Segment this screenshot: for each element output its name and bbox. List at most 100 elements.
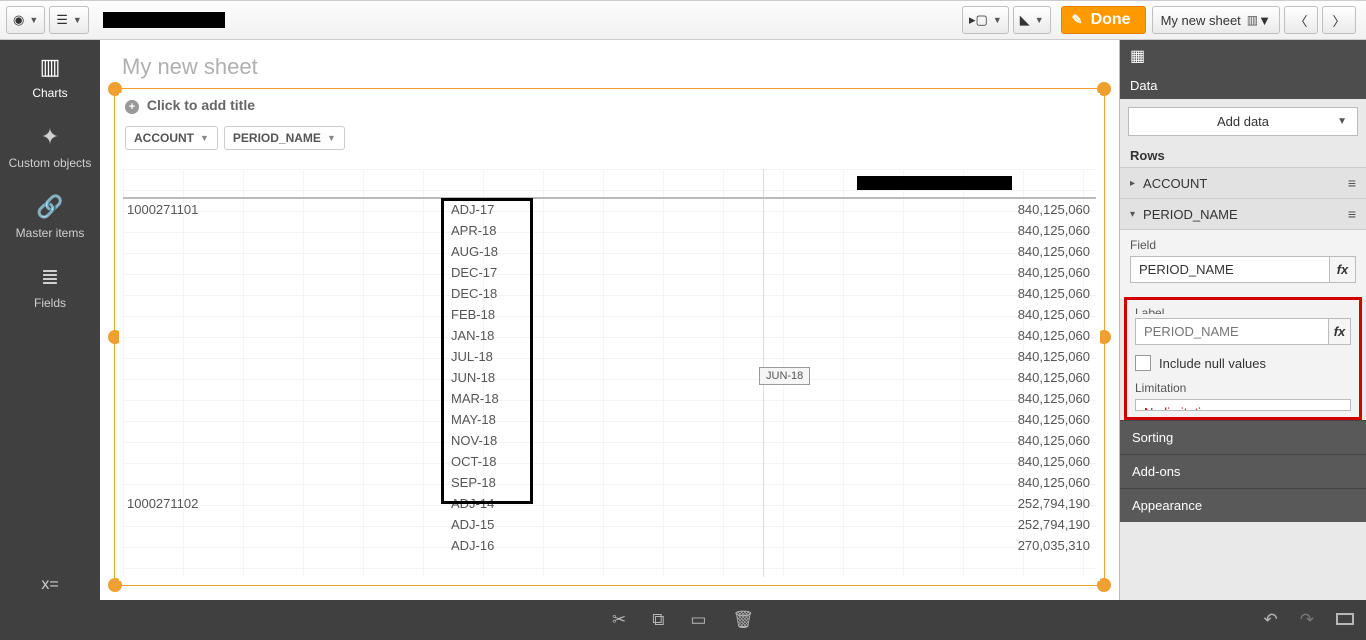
props-section-addons[interactable]: Add-ons: [1120, 454, 1366, 488]
table-row[interactable]: ADJ-15252,794,190: [123, 514, 1096, 535]
cell-value: 840,125,060: [940, 244, 1090, 259]
include-null-checkbox[interactable]: Include null values: [1135, 355, 1351, 371]
row-item-period-name[interactable]: ▾ PERIOD_NAME ≡: [1120, 199, 1366, 230]
cell-period: MAR-18: [451, 391, 531, 406]
done-label: Done: [1091, 11, 1131, 29]
table-row[interactable]: SEP-18840,125,060: [123, 472, 1096, 493]
copy-button[interactable]: ⧉: [652, 610, 664, 630]
object-type-icon: ▦: [1120, 40, 1366, 72]
table-header: [123, 169, 1096, 199]
cell-period: DEC-18: [451, 286, 531, 301]
table-row[interactable]: DEC-17 840,125,060: [123, 262, 1096, 283]
sheet-selector-label: My new sheet: [1161, 13, 1241, 28]
list-icon: ☰: [56, 12, 68, 28]
nav-compass-button[interactable]: ◉▼: [6, 6, 45, 34]
prev-sheet-button[interactable]: 〈: [1284, 6, 1318, 34]
field-input[interactable]: PERIOD_NAME: [1130, 256, 1330, 283]
cell-period: JUL-18: [451, 349, 531, 364]
dimension-pill-period-name[interactable]: PERIOD_NAME▼: [224, 126, 345, 150]
label-input[interactable]: [1135, 318, 1329, 345]
table-row[interactable]: NOV-18840,125,060: [123, 430, 1096, 451]
sheet-selector[interactable]: My new sheet ▥ ▼: [1152, 6, 1280, 34]
asset-tab-custom-objects[interactable]: ✦ Custom objects: [0, 110, 100, 180]
list-view-button[interactable]: ☰▼: [49, 6, 89, 34]
props-section-appearance[interactable]: Appearance: [1120, 488, 1366, 522]
add-data-button[interactable]: Add data ▼: [1128, 107, 1358, 136]
fx-icon: fx: [1334, 324, 1346, 339]
paste-button[interactable]: ▭: [690, 610, 706, 630]
limitation-select[interactable]: No limitation: [1135, 399, 1351, 411]
paste-icon: ▭: [690, 610, 706, 629]
topbar: ◉▼ ☰▼ ▸▢▼ ◣▼ ✎ Done My new sheet ▥ ▼ 〈 〉: [0, 0, 1366, 40]
chevron-down-icon: ▼: [1258, 13, 1271, 28]
cell-value: 840,125,060: [940, 454, 1090, 469]
table-row[interactable]: 1000271101ADJ-17840,125,060: [123, 199, 1096, 220]
props-section-data[interactable]: Data: [1120, 72, 1366, 99]
bottombar: ✂ ⧉ ▭ 🗑 ↶ ↷: [0, 600, 1366, 640]
table-row[interactable]: AUG-18840,125,060: [123, 241, 1096, 262]
chevron-down-icon: ▼: [1337, 116, 1347, 127]
expression-button[interactable]: fx: [1329, 318, 1351, 345]
table-row[interactable]: 1000271102ADJ-14252,794,190: [123, 493, 1096, 514]
pencil-icon: ✎: [1072, 12, 1083, 28]
cut-button[interactable]: ✂: [612, 610, 626, 630]
next-sheet-button[interactable]: 〉: [1322, 6, 1356, 34]
undo-button[interactable]: ↶: [1264, 610, 1278, 630]
variables-button[interactable]: x=: [0, 576, 100, 594]
menu-icon[interactable]: ≡: [1348, 175, 1356, 191]
delete-button[interactable]: 🗑: [732, 610, 754, 630]
asset-tab-master-items[interactable]: 🔗 Master items: [0, 180, 100, 250]
table-row[interactable]: JUL-18840,125,060: [123, 346, 1096, 367]
props-section-sorting[interactable]: Sorting: [1120, 420, 1366, 454]
chevron-down-icon: ▾: [1130, 209, 1135, 220]
cell-value: 840,125,060: [940, 433, 1090, 448]
copy-icon: ⧉: [652, 610, 664, 629]
cell-value: 840,125,060: [940, 370, 1090, 385]
table-row[interactable]: ADJ-16270,035,310: [123, 535, 1096, 556]
dimension-pill-account[interactable]: ACCOUNT▼: [125, 126, 218, 150]
expression-button[interactable]: fx: [1330, 256, 1356, 283]
pivot-table-object[interactable]: + Click to add title ACCOUNT▼ PERIOD_NAM…: [114, 88, 1105, 586]
table-row[interactable]: JUN-18 840,125,060: [123, 367, 1096, 388]
bookmark-button[interactable]: ◣▼: [1013, 6, 1051, 34]
chevron-down-icon: ▼: [200, 133, 209, 143]
cell-value: 840,125,060: [940, 265, 1090, 280]
variable-icon: x=: [41, 576, 58, 593]
fullscreen-button[interactable]: [1336, 610, 1354, 630]
chevron-right-icon: ▸: [1130, 178, 1135, 189]
cell-period: OCT-18: [451, 454, 531, 469]
chevron-down-icon: ▼: [1035, 15, 1044, 25]
bookmark-icon: ◣: [1020, 12, 1030, 28]
asset-tab-label: Fields: [34, 296, 66, 310]
row-item-account[interactable]: ▸ ACCOUNT ≡: [1120, 168, 1366, 199]
chevron-down-icon: ▼: [327, 133, 336, 143]
chart-title-placeholder[interactable]: + Click to add title: [119, 93, 1100, 118]
cell-value: 252,794,190: [940, 517, 1090, 532]
table-row[interactable]: FEB-18840,125,060: [123, 304, 1096, 325]
cell-value: 252,794,190: [940, 496, 1090, 511]
table-row[interactable]: JAN-18840,125,060: [123, 325, 1096, 346]
table-row[interactable]: MAR-18840,125,060: [123, 388, 1096, 409]
cell-period: ADJ-17: [451, 202, 531, 217]
app-title-redacted: [103, 12, 225, 28]
sheet-title[interactable]: My new sheet: [100, 40, 1119, 90]
cell-period: JUN-18: [451, 370, 531, 385]
asset-tab-label: Master items: [16, 226, 85, 240]
done-button[interactable]: ✎ Done: [1061, 6, 1146, 34]
asset-tab-fields[interactable]: ≣ Fields: [0, 250, 100, 320]
cell-account: 1000271102: [127, 496, 327, 511]
asset-tab-charts[interactable]: ▥ Charts: [0, 40, 100, 110]
cell-period: DEC-17: [451, 265, 531, 280]
table-row[interactable]: DEC-18840,125,060: [123, 283, 1096, 304]
table-row[interactable]: APR-18840,125,060: [123, 220, 1096, 241]
story-button[interactable]: ▸▢▼: [962, 6, 1009, 34]
dimension-pill-row: ACCOUNT▼ PERIOD_NAME▼: [119, 118, 1100, 158]
redo-icon: ↷: [1300, 610, 1314, 629]
table-row[interactable]: MAY-18840,125,060: [123, 409, 1096, 430]
redo-button[interactable]: ↷: [1300, 610, 1314, 630]
pivot-table: 1000271101ADJ-17840,125,060APR-18840,125…: [123, 169, 1096, 577]
cell-period: JAN-18: [451, 328, 531, 343]
menu-icon[interactable]: ≡: [1348, 206, 1356, 222]
table-row[interactable]: OCT-18 840,125,060: [123, 451, 1096, 472]
label-label: Label: [1135, 306, 1351, 314]
